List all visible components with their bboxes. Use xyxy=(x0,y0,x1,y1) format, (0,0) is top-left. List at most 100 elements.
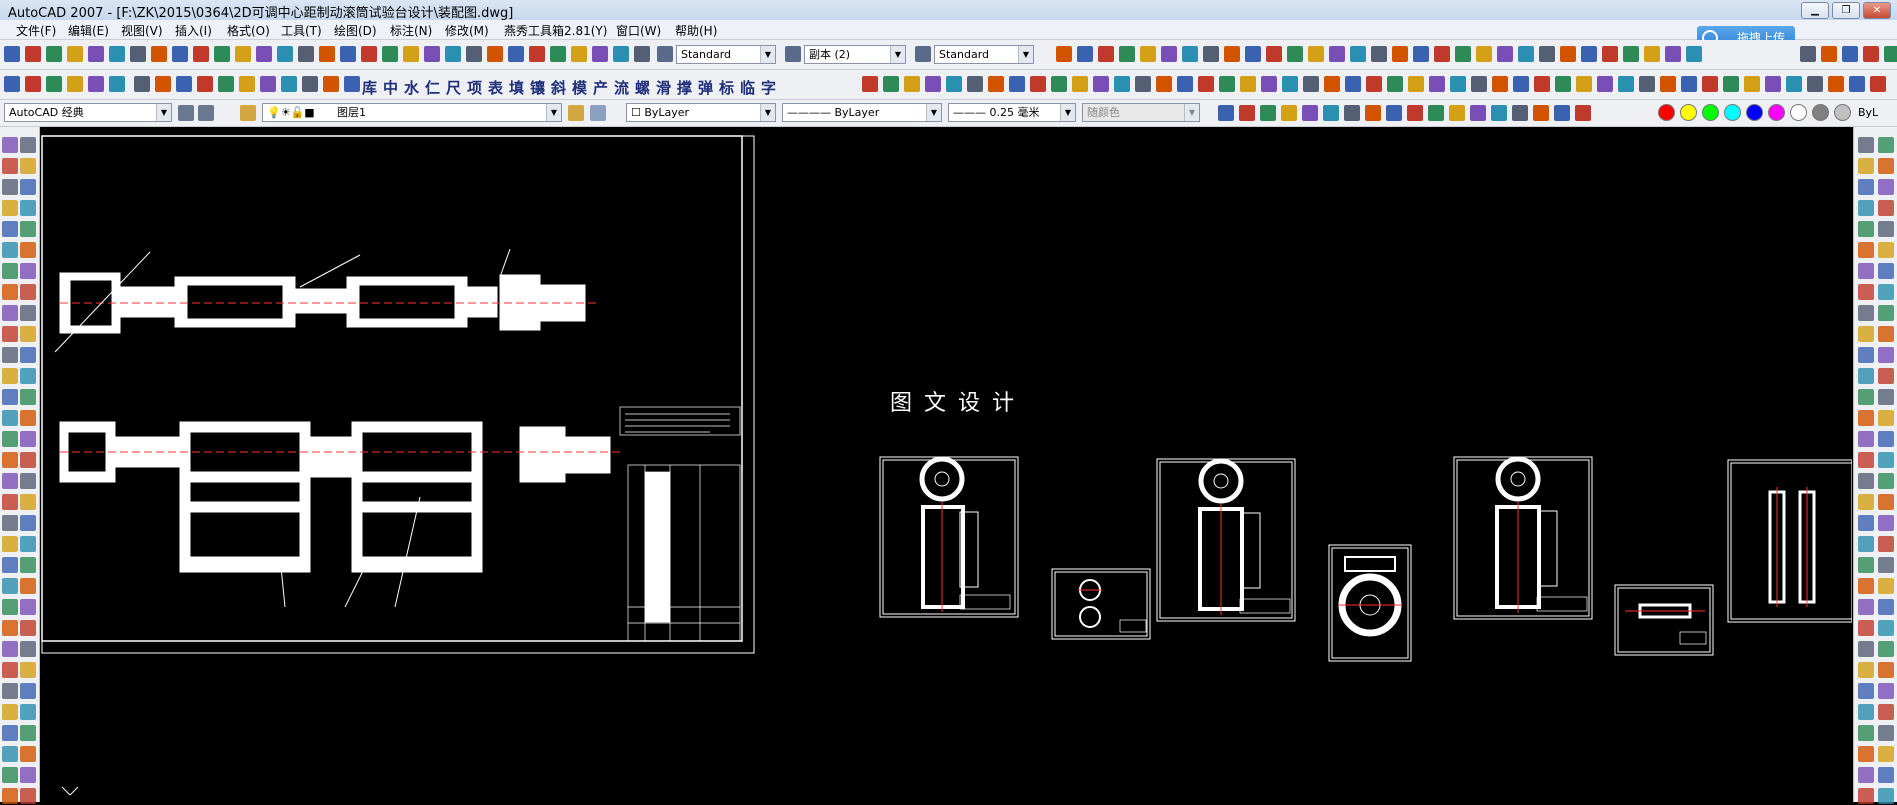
modify-tool-icon[interactable] xyxy=(1878,725,1894,741)
standard-tool-icon[interactable] xyxy=(1245,46,1261,62)
yanxiu-tool-icon[interactable] xyxy=(302,76,318,92)
modify-tool-icon[interactable] xyxy=(1878,557,1894,573)
standard-tool-icon[interactable] xyxy=(1308,46,1324,62)
yanxiu-tool-icon[interactable] xyxy=(1093,76,1109,92)
yanxiu-tool-icon[interactable] xyxy=(323,76,339,92)
yanxiu-tool-icon[interactable] xyxy=(1345,76,1361,92)
draw-tool-icon[interactable] xyxy=(20,620,36,636)
modify-tool-icon[interactable] xyxy=(1858,473,1874,489)
standard-tool-icon[interactable] xyxy=(1821,46,1837,62)
menu-draw[interactable]: 绘图(D) xyxy=(334,22,377,39)
standard-tool-icon[interactable] xyxy=(1329,46,1345,62)
yanxiu-tool-icon[interactable] xyxy=(1030,76,1046,92)
layer-tool-icon[interactable] xyxy=(1428,105,1444,121)
yanxiu-tool-icon[interactable] xyxy=(1177,76,1193,92)
modify-tool-icon[interactable] xyxy=(1858,263,1874,279)
close-button[interactable]: ✕ xyxy=(1863,2,1891,19)
modify-tool-icon[interactable] xyxy=(1878,767,1894,783)
modify-tool-icon[interactable] xyxy=(1858,368,1874,384)
draw-tool-icon[interactable] xyxy=(20,158,36,174)
draw-tool-icon[interactable] xyxy=(2,515,18,531)
draw-tool-icon[interactable] xyxy=(20,263,36,279)
standard-tool-icon[interactable] xyxy=(1161,46,1177,62)
yanxiu-tool-icon[interactable] xyxy=(1156,76,1172,92)
layer-tool-icon[interactable] xyxy=(1470,105,1486,121)
yanxiu-tool-icon[interactable] xyxy=(1240,76,1256,92)
standard-tool-icon[interactable] xyxy=(1644,46,1660,62)
yanxiu-tool-icon[interactable] xyxy=(1261,76,1277,92)
menu-window[interactable]: 窗口(W) xyxy=(616,22,661,39)
layer-tool-icon[interactable] xyxy=(1302,105,1318,121)
standard-tool-icon[interactable] xyxy=(634,46,650,62)
color-swatch[interactable] xyxy=(1768,104,1785,121)
draw-tool-icon[interactable] xyxy=(2,599,18,615)
modify-tool-icon[interactable] xyxy=(1878,683,1894,699)
modify-tool-icon[interactable] xyxy=(1858,620,1874,636)
draw-tool-icon[interactable] xyxy=(20,494,36,510)
menu-yanxiu[interactable]: 燕秀工具箱2.81(Y) xyxy=(504,22,607,39)
standard-tool-icon[interactable] xyxy=(1539,46,1555,62)
yanxiu-tool-icon[interactable] xyxy=(109,76,125,92)
draw-tool-icon[interactable] xyxy=(2,200,18,216)
yanxiu-tool-icon[interactable] xyxy=(883,76,899,92)
part-sheet-7[interactable] xyxy=(1727,459,1853,623)
yanxiu-tool-icon[interactable] xyxy=(1198,76,1214,92)
layer-tool-icon[interactable] xyxy=(1449,105,1465,121)
standard-tool-icon[interactable] xyxy=(46,46,62,62)
standard-tool-icon[interactable] xyxy=(1413,46,1429,62)
yanxiu-tool-icon[interactable] xyxy=(925,76,941,92)
draw-tool-icon[interactable] xyxy=(2,242,18,258)
yanxiu-tool-icon[interactable] xyxy=(1807,76,1823,92)
yanxiu-tool-icon[interactable] xyxy=(1618,76,1634,92)
standard-tool-icon[interactable] xyxy=(88,46,104,62)
color-swatch[interactable] xyxy=(1746,104,1763,121)
color-swatch[interactable] xyxy=(1680,104,1697,121)
draw-tool-icon[interactable] xyxy=(2,410,18,426)
draw-tool-icon[interactable] xyxy=(20,725,36,741)
modify-tool-icon[interactable] xyxy=(1858,767,1874,783)
menu-dimension[interactable]: 标注(N) xyxy=(390,22,432,39)
color-swatch[interactable] xyxy=(1658,104,1675,121)
layer-tool-icon[interactable] xyxy=(1407,105,1423,121)
modify-tool-icon[interactable] xyxy=(1858,662,1874,678)
yanxiu-tool-icon[interactable] xyxy=(67,76,83,92)
yanxiu-tool-icon[interactable] xyxy=(1471,76,1487,92)
draw-tool-icon[interactable] xyxy=(2,725,18,741)
yanxiu-tool-icon[interactable] xyxy=(1282,76,1298,92)
yanxiu-tool-icon[interactable] xyxy=(1555,76,1571,92)
modify-tool-icon[interactable] xyxy=(1878,221,1894,237)
yanxiu-tool-icon[interactable] xyxy=(1135,76,1151,92)
modify-tool-icon[interactable] xyxy=(1878,452,1894,468)
yanxiu-tool-icon[interactable] xyxy=(1051,76,1067,92)
draw-tool-icon[interactable] xyxy=(2,767,18,783)
draw-tool-icon[interactable] xyxy=(2,263,18,279)
yanxiu-tool-icon[interactable] xyxy=(239,76,255,92)
draw-tool-icon[interactable] xyxy=(2,221,18,237)
standard-tool-icon[interactable] xyxy=(1056,46,1072,62)
menu-file[interactable]: 文件(F) xyxy=(16,22,56,39)
standard-tool-icon[interactable] xyxy=(550,46,566,62)
yanxiu-tool-icon[interactable] xyxy=(1429,76,1445,92)
modify-tool-icon[interactable] xyxy=(1878,137,1894,153)
modify-tool-icon[interactable] xyxy=(1858,284,1874,300)
draw-tool-icon[interactable] xyxy=(2,473,18,489)
modify-tool-icon[interactable] xyxy=(1858,494,1874,510)
standard-tool-icon[interactable] xyxy=(1434,46,1450,62)
assembly-drawing-sheet[interactable] xyxy=(41,135,755,654)
color-swatch[interactable] xyxy=(1834,104,1851,121)
yanxiu-tool-icon[interactable] xyxy=(1765,76,1781,92)
standard-tool-icon[interactable] xyxy=(613,46,629,62)
draw-tool-icon[interactable] xyxy=(20,137,36,153)
standard-tool-icon[interactable] xyxy=(256,46,272,62)
standard-tool-icon[interactable] xyxy=(424,46,440,62)
bylayer-short-label[interactable]: ByL xyxy=(1858,106,1878,119)
standard-tool-icon[interactable] xyxy=(1371,46,1387,62)
yanxiu-tool-icon[interactable] xyxy=(988,76,1004,92)
layer-tool-icon[interactable] xyxy=(1512,105,1528,121)
standard-tool-icon[interactable] xyxy=(130,46,146,62)
yanxiu-tool-icon[interactable] xyxy=(1597,76,1613,92)
yanxiu-text-tools[interactable]: 库中水仁尺项表填镶斜模产流螺滑撑弹标临字 xyxy=(362,77,782,98)
yanxiu-tool-icon[interactable] xyxy=(946,76,962,92)
layer-tool-icon[interactable] xyxy=(1239,105,1255,121)
yanxiu-tool-icon[interactable] xyxy=(134,76,150,92)
